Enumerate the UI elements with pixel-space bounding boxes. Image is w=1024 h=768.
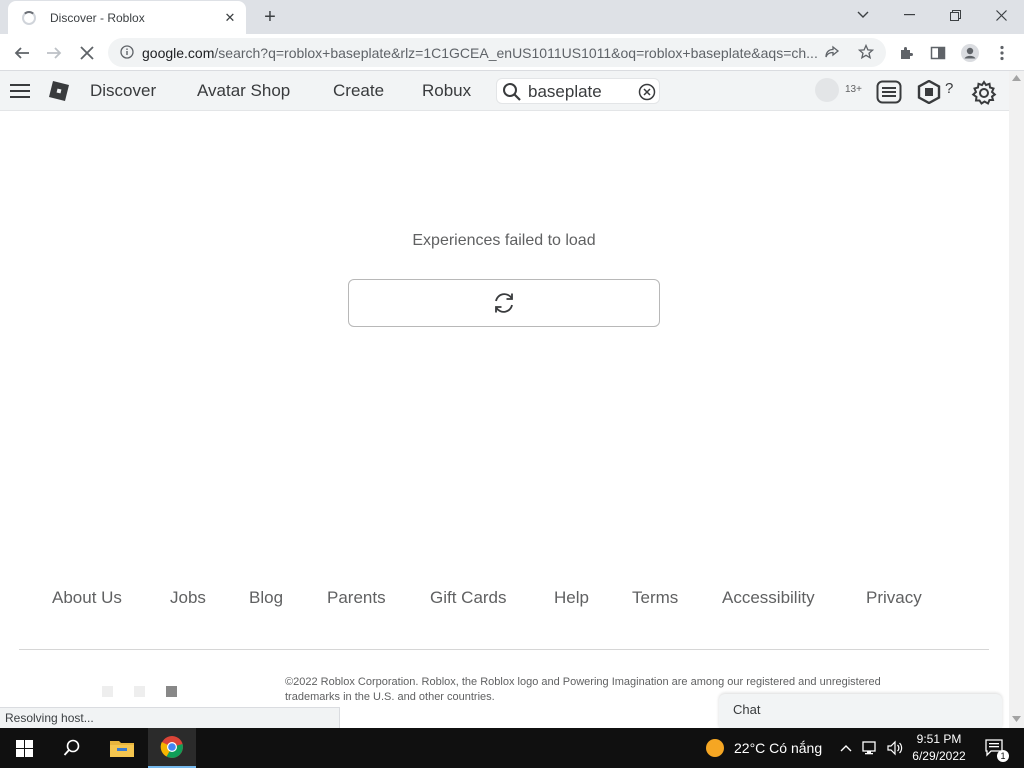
browser-toolbar: google.com/search?q=roblox+baseplate&rlz… (0, 34, 1024, 71)
browser-tab-strip: Discover - Roblox ✕ + (0, 0, 1024, 34)
action-center-button[interactable]: 1 (980, 728, 1010, 768)
start-button[interactable] (0, 728, 48, 768)
loading-spinner-icon (22, 10, 36, 25)
clear-search-icon[interactable] (638, 83, 656, 101)
windows-logo-icon (15, 739, 33, 757)
restore-button[interactable] (932, 0, 978, 30)
network-icon[interactable] (860, 728, 882, 768)
copyright-line-1: ©2022 Roblox Corporation. Roblox, the Ro… (285, 676, 881, 688)
roblox-logo-icon[interactable] (48, 80, 70, 102)
chrome-icon (160, 736, 183, 758)
share-icon[interactable] (824, 44, 840, 65)
footer-link-gift-cards[interactable]: Gift Cards (430, 588, 507, 608)
search-input[interactable]: baseplate (528, 82, 602, 102)
nav-avatar-shop[interactable]: Avatar Shop (197, 81, 290, 101)
footer-link-jobs[interactable]: Jobs (170, 588, 206, 608)
windows-taskbar: 22°C Có nắng 9:51 PM 6/29/2022 1 (0, 728, 1024, 768)
volume-icon[interactable] (884, 728, 906, 768)
stop-loading-button[interactable] (73, 39, 101, 67)
browser-status-bar: Resolving host... (0, 707, 340, 728)
url-text: google.com/search?q=roblox+baseplate&rlz… (142, 45, 817, 61)
nav-discover[interactable]: Discover (90, 81, 156, 101)
browser-tab[interactable]: Discover - Roblox ✕ (8, 1, 246, 34)
age-badge: 13+ (845, 84, 862, 95)
robux-icon[interactable] (916, 80, 942, 104)
address-bar[interactable]: google.com/search?q=roblox+baseplate&rlz… (108, 38, 886, 67)
footer-divider (19, 649, 989, 650)
extensions-icon[interactable] (892, 39, 920, 67)
minimize-button[interactable] (886, 0, 932, 30)
footer-link-parents[interactable]: Parents (327, 588, 386, 608)
taskbar-search-button[interactable] (48, 728, 96, 768)
chevron-up-icon (840, 745, 852, 752)
placeholder-icon (134, 686, 145, 697)
placeholder-icon (102, 686, 113, 697)
sun-icon (706, 739, 724, 757)
robux-balance: ? (945, 80, 954, 97)
refresh-icon (495, 293, 513, 313)
site-info-icon[interactable] (120, 45, 134, 64)
nav-robux[interactable]: Robux (422, 81, 471, 101)
back-button[interactable] (8, 39, 36, 67)
notifications-icon[interactable] (876, 80, 902, 104)
footer-link-blog[interactable]: Blog (249, 588, 283, 608)
error-message: Experiences failed to load (412, 232, 596, 249)
chat-bar[interactable]: Chat (719, 694, 1002, 728)
footer-link-help[interactable]: Help (554, 588, 589, 608)
url-host: google.com (142, 45, 215, 61)
side-panel-icon[interactable] (924, 39, 952, 67)
footer-link-accessibility[interactable]: Accessibility (722, 588, 815, 608)
search-box[interactable]: baseplate (496, 78, 660, 104)
url-path: /search?q=roblox+baseplate&rlz=1C1GCEA_e… (214, 45, 817, 61)
tab-search-icon[interactable] (840, 0, 886, 30)
new-tab-button[interactable]: + (258, 5, 282, 29)
search-icon (63, 739, 80, 756)
chrome-taskbar-button[interactable] (148, 728, 196, 768)
chat-label: Chat (733, 702, 761, 717)
forward-button[interactable] (40, 39, 68, 67)
reload-button[interactable] (348, 279, 660, 327)
footer-link-privacy[interactable]: Privacy (866, 588, 922, 608)
browser-menu-icon[interactable] (988, 39, 1016, 67)
profile-avatar-icon[interactable] (956, 39, 984, 67)
search-icon[interactable] (502, 82, 522, 102)
close-window-button[interactable] (978, 0, 1024, 30)
weather-widget[interactable]: 22°C Có nắng (700, 728, 830, 768)
tab-close-icon[interactable]: ✕ (222, 10, 238, 26)
clock-date: 6/29/2022 (912, 749, 966, 763)
file-explorer-button[interactable] (98, 728, 146, 768)
roblox-header: Discover Avatar Shop Create Robux basepl… (0, 71, 1012, 111)
hamburger-menu-icon[interactable] (10, 82, 30, 100)
user-avatar[interactable] (815, 78, 839, 102)
scroll-down-icon[interactable] (1012, 716, 1021, 722)
nav-create[interactable]: Create (333, 81, 384, 101)
footer-link-terms[interactable]: Terms (632, 588, 678, 608)
footer-links: About Us Jobs Blog Parents Gift Cards He… (0, 588, 1008, 612)
clock-time: 9:51 PM (916, 732, 962, 746)
footer-link-about-us[interactable]: About Us (52, 588, 122, 608)
taskbar-clock[interactable]: 9:51 PM 6/29/2022 (905, 731, 973, 765)
page-scrollbar[interactable] (1009, 71, 1024, 728)
settings-gear-icon[interactable] (971, 80, 997, 106)
show-hidden-icons-button[interactable] (836, 728, 856, 768)
placeholder-icon (166, 686, 177, 697)
notification-count: 1 (997, 750, 1009, 762)
weather-text: 22°C Có nắng (734, 740, 823, 756)
bookmark-star-icon[interactable] (857, 43, 875, 65)
folder-icon (110, 741, 134, 757)
tab-title: Discover - Roblox (50, 10, 145, 25)
scroll-up-icon[interactable] (1012, 75, 1021, 81)
